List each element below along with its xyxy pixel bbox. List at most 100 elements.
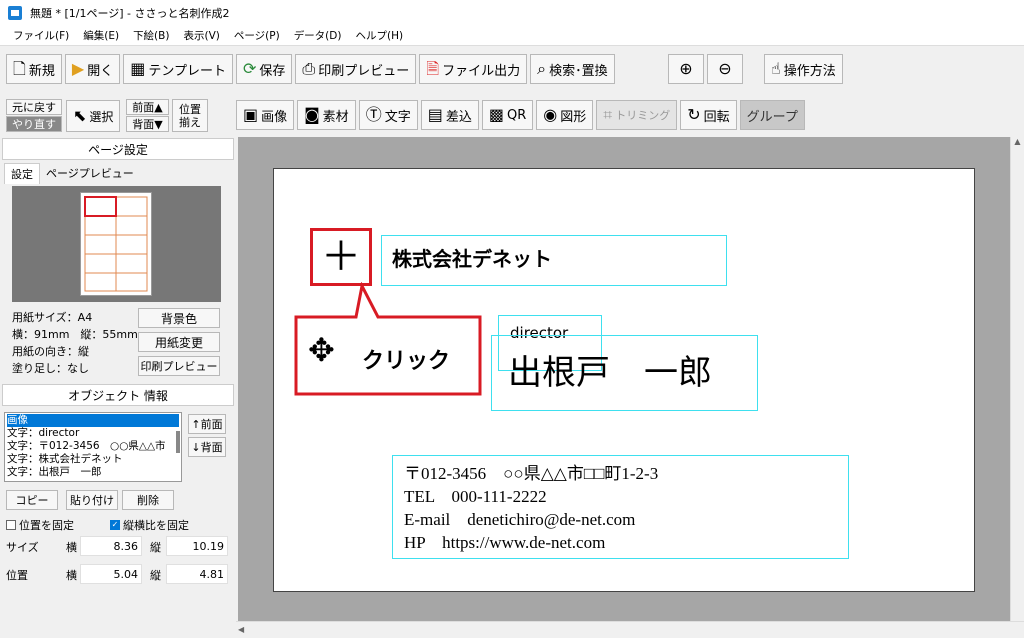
print-preview-small-button[interactable]: 印刷プレビュー [138, 356, 220, 376]
fix-ratio-checkbox[interactable]: ✓ 縦横比を固定 [110, 517, 189, 533]
file-output-button[interactable]: 🗎 ファイル出力 [419, 54, 528, 84]
menu-view[interactable]: 表示(V) [176, 28, 226, 43]
size-height-input[interactable]: 10.19 [166, 536, 228, 556]
rotate-button[interactable]: ↻ 回転 [680, 100, 737, 130]
contact-block[interactable]: 〒012-3456 ○○県△△市□□町1-2-3 TEL 000-111-222… [404, 462, 658, 554]
card-grid [84, 196, 148, 292]
qr-button[interactable]: ▩ QR [481, 100, 534, 130]
undo-redo-group: 元に戻す やり直す [6, 99, 62, 132]
position-x-label: 横 [66, 569, 77, 582]
change-paper-button[interactable]: 用紙変更 [138, 332, 220, 352]
move-cursor-icon: ✥ [308, 331, 335, 369]
align-button[interactable]: 位置 揃え [172, 99, 208, 132]
new-file-icon: 🗋 [13, 59, 26, 78]
file-output-icon: 🗎 [426, 59, 440, 78]
menu-data[interactable]: データ(D) [287, 28, 349, 43]
list-item[interactable]: 文字：株式会社デネット [7, 453, 179, 466]
horizontal-scrollbar[interactable]: ◀ [236, 621, 1024, 638]
cursor-icon: ⬉ [73, 106, 87, 125]
text-icon: Ⓣ [365, 105, 382, 124]
order-group: 前面▲ 背面▼ [126, 99, 169, 132]
save-button[interactable]: ⟳ 保存 [235, 54, 293, 84]
bring-front-button[interactable]: 前面▲ [126, 99, 169, 115]
object-back-button[interactable]: ↓背面 [188, 437, 226, 457]
undo-button[interactable]: 元に戻す [6, 99, 62, 115]
zoom-in-icon: ⊕ [679, 59, 693, 78]
group-button[interactable]: グループ [739, 100, 805, 130]
hp-text: HP https://www.de-net.com [404, 533, 606, 552]
menu-background[interactable]: 下絵(B) [126, 28, 176, 43]
person-name[interactable]: 出根戸 一郎 [508, 345, 712, 394]
insert-button[interactable]: ▤ 差込 [420, 100, 479, 130]
template-button[interactable]: ▦ テンプレート [123, 54, 233, 84]
position-label: 位置 [6, 569, 28, 582]
open-button[interactable]: ▶ 開く [64, 54, 121, 84]
image-icon: ▣ [243, 105, 259, 124]
usage-button[interactable]: ☝ 操作方法 [764, 54, 843, 84]
paste-button[interactable]: 貼り付け [66, 490, 118, 510]
address-text: 〒012-3456 ○○県△△市□□町1-2-3 [404, 464, 659, 483]
company-name[interactable]: 株式会社デネット [392, 243, 552, 272]
menu-help[interactable]: ヘルプ(H) [348, 28, 410, 43]
main-toolbar: 🗋 新規 ▶ 開く ▦ テンプレート ⟳ 保存 ⎙ 印刷プレビュー 🗎 ファイル出力 ⌕ 検索… [6, 54, 615, 84]
search-replace-button[interactable]: ⌕ 検索･置換 [530, 54, 615, 84]
page-preview [12, 186, 221, 302]
paper-thumbnail [80, 192, 152, 296]
menu-file[interactable]: ファイル(F) [6, 28, 76, 43]
object-list[interactable]: 画像 文字：director 文字：〒012-3456 ○○県△△市 文字：株式… [4, 412, 182, 482]
rotate-icon: ↻ [687, 105, 701, 124]
fix-position-checkbox[interactable]: 位置を固定 [6, 517, 74, 533]
image-button[interactable]: ▣ 画像 [236, 100, 295, 130]
shape-icon: ◉ [543, 105, 558, 124]
redo-button[interactable]: やり直す [6, 116, 62, 132]
tel-text: TEL 000-111-2222 [404, 487, 547, 506]
list-item[interactable]: 文字：出根戸 一郎 [7, 466, 179, 479]
left-panel: ページ設定 設定 ページプレビュー 用紙サイズ：A4 横：91mm 縦：55mm… [0, 136, 236, 638]
print-preview-button[interactable]: ⎙ 印刷プレビュー [295, 54, 417, 84]
list-item[interactable]: 画像 [7, 414, 179, 427]
delete-button[interactable]: 削除 [122, 490, 174, 510]
orientation-text: 用紙の向き：縦 [12, 345, 89, 358]
menu-edit[interactable]: 編集(E) [76, 28, 126, 43]
menu-bar: ファイル(F) 編集(E) 下絵(B) 表示(V) ページ(P) データ(D) … [0, 26, 1024, 46]
shape-button[interactable]: ◉ 図形 [536, 100, 594, 130]
size-width-input[interactable]: 8.36 [80, 536, 142, 556]
paper-size-text: 用紙サイズ：A4 [12, 311, 93, 324]
template-icon: ▦ [130, 59, 146, 78]
paper-dims-text: 横：91mm 縦：55mm [12, 328, 138, 341]
tab-page-preview[interactable]: ページプレビュー [40, 163, 140, 184]
image-placeholder-highlight[interactable]: ＋ [310, 228, 372, 286]
email-text: E-mail denetichiro@de-net.com [404, 510, 636, 529]
zoom-out-button[interactable]: ⊖ [707, 54, 743, 84]
zoom-out-icon: ⊖ [718, 59, 732, 78]
menu-page[interactable]: ページ(P) [227, 28, 287, 43]
list-item[interactable]: 文字：director [7, 427, 179, 440]
select-button[interactable]: ⬉ 選択 [66, 100, 121, 132]
title-bar: 無題 * [1/1ページ] - ささっと名刺作成2 [0, 0, 1024, 26]
material-button[interactable]: ◙ 素材 [297, 100, 356, 130]
position-y-input[interactable]: 4.81 [166, 564, 228, 584]
list-scrollbar[interactable] [176, 431, 180, 453]
tab-settings[interactable]: 設定 [4, 163, 40, 184]
trimming-button[interactable]: ⌗ トリミング [596, 100, 678, 130]
zoom-in-button[interactable]: ⊕ [668, 54, 704, 84]
printer-icon: ⎙ [302, 59, 316, 78]
scroll-left-icon[interactable]: ◀ [236, 622, 1024, 638]
window-title: 無題 * [1/1ページ] - ささっと名刺作成2 [30, 7, 230, 20]
copy-button[interactable]: コピー [6, 490, 58, 510]
scroll-up-icon[interactable]: ▲ [1011, 137, 1024, 146]
size-label: サイズ [6, 541, 39, 554]
size-width-label: 横 [66, 541, 77, 554]
position-x-input[interactable]: 5.04 [80, 564, 142, 584]
checkmark-icon[interactable]: ✓ [110, 520, 120, 530]
new-button[interactable]: 🗋 新規 [6, 54, 62, 84]
vertical-scrollbar[interactable]: ▲ [1010, 137, 1024, 621]
list-item[interactable]: 文字：〒012-3456 ○○県△△市 [7, 440, 179, 453]
bg-color-button[interactable]: 背景色 [138, 308, 220, 328]
app-icon [8, 6, 22, 20]
text-button[interactable]: Ⓣ 文字 [358, 100, 418, 130]
open-folder-icon: ▶ [71, 59, 85, 78]
send-back-button[interactable]: 背面▼ [126, 116, 169, 132]
checkbox-box[interactable] [6, 520, 16, 530]
object-front-button[interactable]: ↑前面 [188, 414, 226, 434]
